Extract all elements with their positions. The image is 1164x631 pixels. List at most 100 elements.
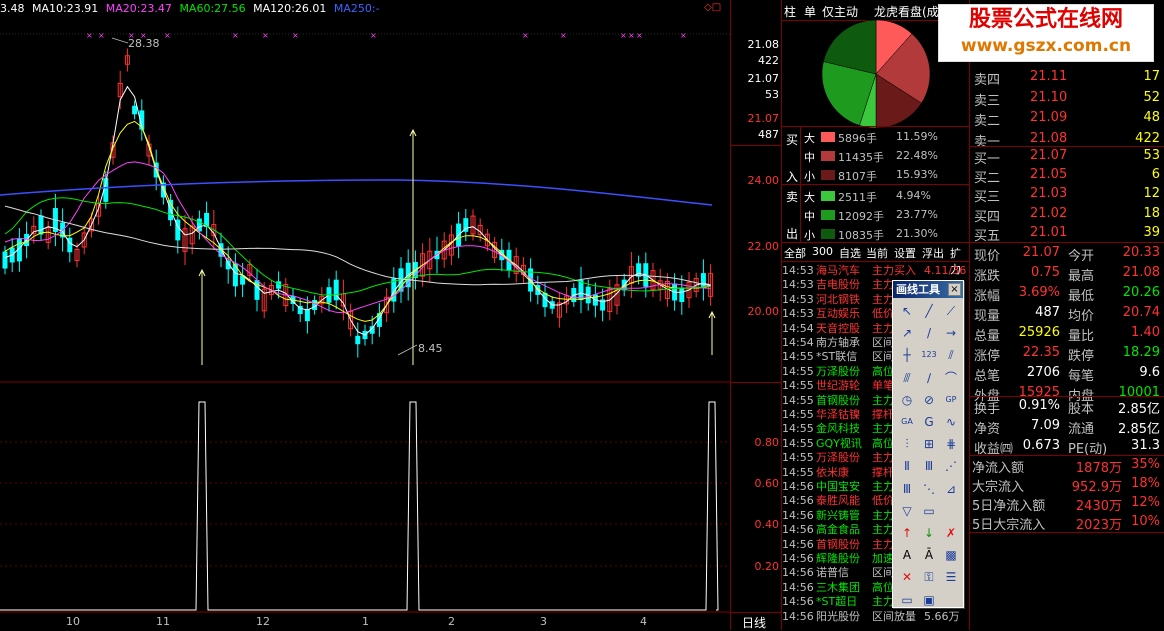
trade-type: 主力 xyxy=(872,537,894,551)
bars-icon[interactable]: Ⅲ xyxy=(897,479,917,499)
trade-stock: 高金食品 xyxy=(816,523,860,537)
pointer-icon[interactable]: ↖ xyxy=(897,301,917,321)
ask-volume: 422 xyxy=(1135,130,1160,146)
gann-angle-icon[interactable]: GA xyxy=(897,412,917,432)
trade-type: 主力 xyxy=(872,508,894,522)
filter-tab[interactable]: 浮出 xyxy=(922,245,944,261)
vline-icon[interactable]: ┼ xyxy=(897,345,917,365)
tab-single[interactable]: 单 xyxy=(804,3,816,20)
trade-type: 撑杆 xyxy=(872,408,894,421)
bid-row: 买一 21.07 53 xyxy=(970,147,1162,167)
arc-icon[interactable]: ⌒ xyxy=(941,368,961,388)
down-arrow-icon[interactable]: ↓ xyxy=(919,523,939,543)
parallel-icon[interactable]: ⫽ xyxy=(941,345,961,365)
quote-value: 20.33 xyxy=(1122,245,1160,260)
quote-value: 20.74 xyxy=(1122,305,1160,320)
trade-stock: 世纪游轮 xyxy=(816,379,860,393)
quote-value: 1.40 xyxy=(1131,325,1160,340)
watermark: 股票公式在线网 www.gszx.com.cn xyxy=(938,4,1154,62)
trade-row[interactable]: 14:56 阳光股份 区间放量 5.66万 xyxy=(782,610,970,623)
sell-label: 卖 xyxy=(786,190,799,204)
text-icon[interactable]: A xyxy=(897,545,917,565)
bid-row: 买三 21.03 12 xyxy=(970,185,1162,205)
lock-icon[interactable]: ⚿ xyxy=(919,567,939,587)
fund-value: 0.91% xyxy=(1018,398,1060,413)
watermark-url: www.gszx.com.cn xyxy=(960,36,1132,56)
quote-row: 现价 21.07 今开 20.33 xyxy=(970,244,1162,264)
high-pointer xyxy=(111,37,129,44)
trend-icon[interactable]: ⋱ xyxy=(919,479,939,499)
screen-icon[interactable]: ▣ xyxy=(919,590,939,610)
trade-stock: 首钢股份 xyxy=(816,537,860,551)
bid-price: 21.02 xyxy=(1030,205,1068,221)
text-bg-icon[interactable]: Ā xyxy=(919,545,939,565)
fill-icon[interactable]: ▩ xyxy=(941,545,961,565)
price-label-icon[interactable]: 123 xyxy=(919,345,939,365)
resist-icon[interactable]: ⊿ xyxy=(941,479,961,499)
gann-box-icon[interactable]: G xyxy=(919,412,939,432)
quote-label: 涨跌 xyxy=(974,269,1001,284)
ray-icon[interactable]: ⟋ xyxy=(941,301,961,321)
trade-time: 14:53 xyxy=(782,292,814,306)
mark-icon[interactable]: ✗ xyxy=(941,523,961,543)
fib-ext-icon[interactable]: ⫶ xyxy=(897,434,917,454)
quote-label: 每笔 xyxy=(1068,369,1095,384)
ruler-icon[interactable]: ▭ xyxy=(897,590,917,610)
filter-tab[interactable]: 全部 xyxy=(784,245,806,261)
cycle-icon[interactable]: Ⅱ xyxy=(897,456,917,476)
trade-time: 14:56 xyxy=(782,537,814,551)
kline-chart[interactable]: × × × × × × × × × × × × × × × xyxy=(0,0,731,630)
up-arrow-icon[interactable]: ↑ xyxy=(897,523,917,543)
golden-icon[interactable]: Ⅲ xyxy=(919,456,939,476)
trade-stock: 三木集团 xyxy=(816,580,860,594)
flow-volume: 11435手 xyxy=(838,151,884,165)
top-signal-mark: × xyxy=(560,31,567,40)
trade-row[interactable]: 14:53 海马汽车 主力买入 4.11/36 xyxy=(782,264,970,277)
trade-time: 14:55 xyxy=(782,451,814,465)
trade-time: 14:55 xyxy=(782,350,814,364)
trade-stock: GQY视讯 xyxy=(816,436,862,450)
flow-swatch xyxy=(821,209,835,220)
delete-icon[interactable]: ✕ xyxy=(897,567,917,587)
flow-swatch xyxy=(821,151,835,162)
trade-stock: 首钢股份 xyxy=(816,393,860,407)
ma120-line xyxy=(4,205,711,287)
filter-tab[interactable]: 自选 xyxy=(839,245,861,261)
date-label: 4 xyxy=(640,615,647,628)
triangle-icon[interactable]: ▽ xyxy=(897,501,917,521)
line-icon[interactable]: ╱ xyxy=(919,301,939,321)
arrow-line-icon[interactable]: ↗ xyxy=(897,323,917,343)
date-label: 10 xyxy=(66,615,80,628)
ratio-icon[interactable]: ⋰ xyxy=(941,456,961,476)
trade-time: 14:56 xyxy=(782,552,814,565)
speed-icon[interactable]: ⋕ xyxy=(941,434,961,454)
trade-time: 14:55 xyxy=(782,436,814,450)
ellipse-icon[interactable]: ⊘ xyxy=(919,390,939,410)
trade-type: 低价 xyxy=(872,494,894,508)
period-selector[interactable]: 日线 xyxy=(742,614,766,631)
tab-bar[interactable]: 柱 xyxy=(784,3,796,20)
trade-time: 14:53 xyxy=(782,264,814,277)
bid-volume: 53 xyxy=(1143,148,1160,163)
segment-icon[interactable]: / xyxy=(919,323,939,343)
flow-size: 小 xyxy=(804,170,815,184)
hline-icon[interactable]: → xyxy=(941,323,961,343)
fan-icon[interactable]: ∕ xyxy=(919,368,939,388)
list-icon[interactable]: ☰ xyxy=(941,567,961,587)
quote-row: 涨幅 3.69% 最低 20.26 xyxy=(970,284,1162,304)
gann-icon[interactable]: GP xyxy=(941,390,961,410)
drawing-tools-window[interactable]: 画线工具 × ↖ ╱ ⟋ ↗ / → ┼ 123 ⫽ ⫻ ∕ ⌒ ◷ ⊘ GP GA G ∿ ⫶ ⊞ ⋕ Ⅱ Ⅲ ⋰ Ⅲ ⋱ ⊿ ▽ ▭… xyxy=(892,280,964,608)
circle-icon[interactable]: ◷ xyxy=(897,390,917,410)
channel-icon[interactable]: ⫻ xyxy=(897,368,917,388)
trade-type: 区间 xyxy=(872,336,894,349)
bid-label: 买二 xyxy=(974,171,1001,187)
filter-tab[interactable]: 设置 xyxy=(894,245,916,261)
trade-stock: 海马汽车 xyxy=(816,264,860,277)
close-icon[interactable]: × xyxy=(948,283,961,296)
filter-tab[interactable]: 300 xyxy=(812,245,833,258)
period-icon[interactable]: ⊞ xyxy=(919,434,939,454)
rect-icon[interactable]: ▭ xyxy=(919,501,939,521)
filter-tab[interactable]: 当前 xyxy=(866,245,888,261)
fib-icon[interactable]: ∿ xyxy=(941,412,961,432)
flow-pct: 10% xyxy=(1131,514,1160,529)
